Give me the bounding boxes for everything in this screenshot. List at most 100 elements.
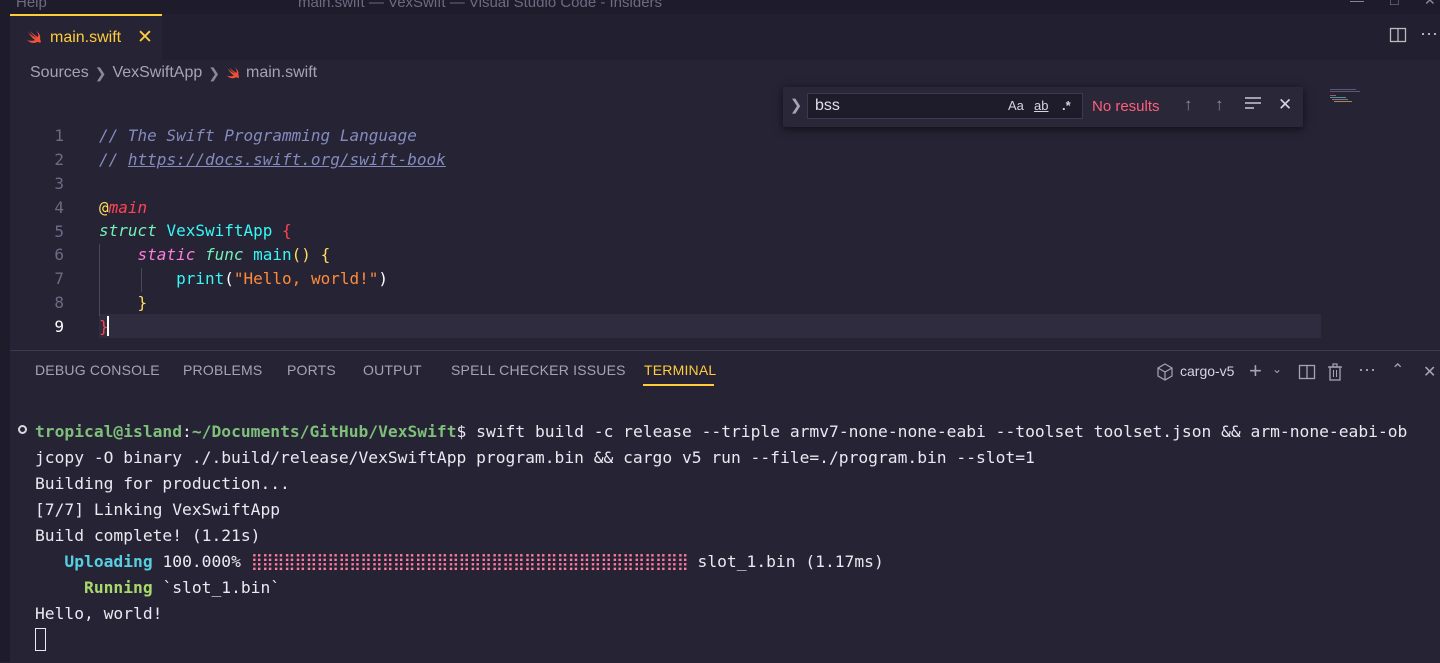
chevron-down-icon[interactable]: ⌄ [1272, 362, 1282, 376]
code-paren: ) [378, 269, 389, 288]
breadcrumb-vexswiftapp[interactable]: VexSwiftApp [112, 64, 202, 82]
arrow-down-icon[interactable]: ↑ [1215, 95, 1224, 115]
trash-icon[interactable] [1327, 363, 1343, 386]
whole-word-icon[interactable]: ab [1034, 98, 1048, 113]
tab-ports[interactable]: PORTS [287, 362, 336, 378]
tab-terminal[interactable]: TERMINAL [644, 362, 716, 378]
tab-spell-checker-issues[interactable]: SPELL CHECKER ISSUES [451, 362, 626, 378]
find-widget: ❯ bss Aa ab .* No results ↑ ↑ ✕ [783, 87, 1303, 127]
code-brace: } [137, 293, 148, 312]
code-keyword: func [204, 245, 244, 264]
code-link[interactable]: https://docs.swift.org/swift-book [128, 150, 446, 169]
code-string: "Hello, world!" [233, 269, 379, 288]
command-decoration-icon[interactable] [18, 425, 27, 434]
line-number: 6 [54, 245, 64, 264]
terminal-output-line: Hello, world! [35, 604, 163, 623]
terminal-name[interactable]: cargo-v5 [1180, 363, 1234, 379]
terminal-output-line: Building for production... [35, 474, 290, 493]
running-target: `slot_1.bin` [162, 578, 281, 597]
code-line-7: print("Hello, world!") [99, 269, 388, 288]
terminal-command-line-2: jcopy -O binary ./.build/release/VexSwif… [35, 448, 1035, 467]
window-title: main.swift — VexSwift — Visual Studio Co… [298, 0, 663, 11]
swift-file-icon [27, 30, 41, 44]
toggle-replace-chevron-icon[interactable]: ❯ [788, 96, 804, 118]
code-line-4: @main [99, 198, 147, 217]
code-at: @ [99, 198, 109, 217]
line-number: 3 [54, 174, 64, 193]
terminal-command: swift build -c release --triple armv7-no… [466, 422, 1408, 441]
terminal-colon: : [182, 422, 192, 441]
terminal-prompt: $ [456, 422, 467, 441]
tab-problems[interactable]: PROBLEMS [183, 362, 262, 378]
running-label: Running [84, 578, 153, 597]
chevron-right-icon: ❯ [208, 64, 220, 81]
minimize-icon[interactable]: — [1350, 0, 1364, 8]
terminal-profile-icon [1156, 363, 1174, 386]
tab-output[interactable]: OUTPUT [363, 362, 422, 378]
line-number: 2 [54, 150, 64, 169]
arrow-up-icon[interactable]: ↑ [1184, 95, 1193, 115]
editor-tab-bar [10, 14, 1440, 60]
tab-debug-console[interactable]: DEBUG CONSOLE [35, 362, 160, 378]
close-find-icon[interactable]: ✕ [1278, 95, 1292, 115]
match-case-icon[interactable]: Aa [1008, 98, 1024, 113]
title-bar: Help main.swift — VexSwift — Visual Stud… [0, 0, 1440, 14]
text-cursor [107, 316, 109, 336]
minimap[interactable] [1328, 88, 1368, 108]
upload-percent: 100.000% [162, 552, 241, 571]
breadcrumb-sources[interactable]: Sources [30, 64, 89, 82]
line-number: 8 [54, 293, 64, 312]
maximize-panel-icon[interactable]: ⌃ [1391, 360, 1404, 380]
tab-label: main.swift [50, 29, 122, 46]
regex-icon[interactable]: .* [1062, 98, 1071, 113]
line-number: 7 [54, 269, 64, 288]
breadcrumb: Sources ❯ VexSwiftApp ❯ main.swift [30, 62, 317, 84]
current-line-highlight [99, 314, 1321, 338]
more-actions-icon[interactable]: ⋯ [1358, 360, 1376, 381]
tab-main-swift[interactable]: main.swift ✕ [10, 14, 162, 60]
find-input-value: bss [815, 97, 840, 114]
find-in-selection-icon[interactable] [1244, 95, 1262, 115]
code-func-name: main [253, 245, 292, 264]
swift-file-icon [226, 66, 239, 79]
window-close-icon[interactable]: ✕ [1424, 0, 1436, 9]
line-number: 5 [54, 222, 64, 241]
activity-bar-edge [0, 14, 10, 662]
line-number-current: 9 [54, 317, 64, 336]
code-paren: ( [224, 269, 234, 288]
code-attribute: main [108, 198, 148, 217]
code-line-6: static func main() { [99, 245, 331, 264]
new-terminal-plus-icon[interactable]: + [1249, 358, 1262, 384]
uploading-label: Uploading [64, 552, 153, 571]
active-tab-indicator [643, 384, 714, 386]
menu-help[interactable]: Help [16, 0, 47, 11]
code-line-8: } [99, 293, 148, 312]
upload-progress-bar: ⣿⣿⣿⣿⣿⣿⣿⣿⣿⣿⣿⣿⣿⣿⣿⣿⣿⣿⣿⣿⣿⣿⣿⣿⣿⣿⣿⣿⣿⣿⣿⣿⣿⣿⣿⣿⣿⣿⣿⣿ [250, 552, 689, 571]
code-func-call: print [176, 269, 225, 288]
close-icon[interactable]: ✕ [137, 26, 153, 49]
find-result-status: No results [1092, 98, 1160, 115]
terminal-user-host: tropical@island [35, 422, 183, 441]
code-brace: { [282, 221, 292, 240]
line-number: 4 [54, 198, 64, 217]
more-actions-icon[interactable]: ⋯ [1420, 24, 1438, 45]
close-panel-icon[interactable]: ✕ [1423, 362, 1436, 382]
line-number: 1 [54, 126, 64, 145]
terminal-path: ~/Documents/GitHub/VexSwift [191, 422, 457, 441]
code-parens: () [291, 245, 311, 264]
code-comment: // The Swift Programming Language [99, 126, 417, 145]
terminal-command-line-1: tropical@island:~/Documents/GitHub/VexSw… [35, 422, 1407, 441]
find-input[interactable]: bss Aa ab .* [807, 93, 1083, 119]
code-line-1: // The Swift Programming Language [99, 126, 417, 145]
split-editor-icon[interactable] [1389, 26, 1407, 49]
code-comment: // [99, 150, 128, 169]
terminal-upload-line: Uploading 100.000% ⣿⣿⣿⣿⣿⣿⣿⣿⣿⣿⣿⣿⣿⣿⣿⣿⣿⣿⣿⣿⣿… [35, 552, 884, 571]
code-brace: { [320, 245, 331, 264]
code-type-name: VexSwiftApp [166, 221, 273, 240]
maximize-icon[interactable]: □ [1390, 0, 1398, 8]
code-line-5: struct VexSwiftApp { [99, 221, 292, 240]
split-terminal-icon[interactable] [1298, 363, 1316, 386]
breadcrumb-main-swift[interactable]: main.swift [246, 64, 317, 82]
upload-file: slot_1.bin (1.17ms) [697, 552, 884, 571]
terminal-output-line: Build complete! (1.21s) [35, 526, 261, 545]
